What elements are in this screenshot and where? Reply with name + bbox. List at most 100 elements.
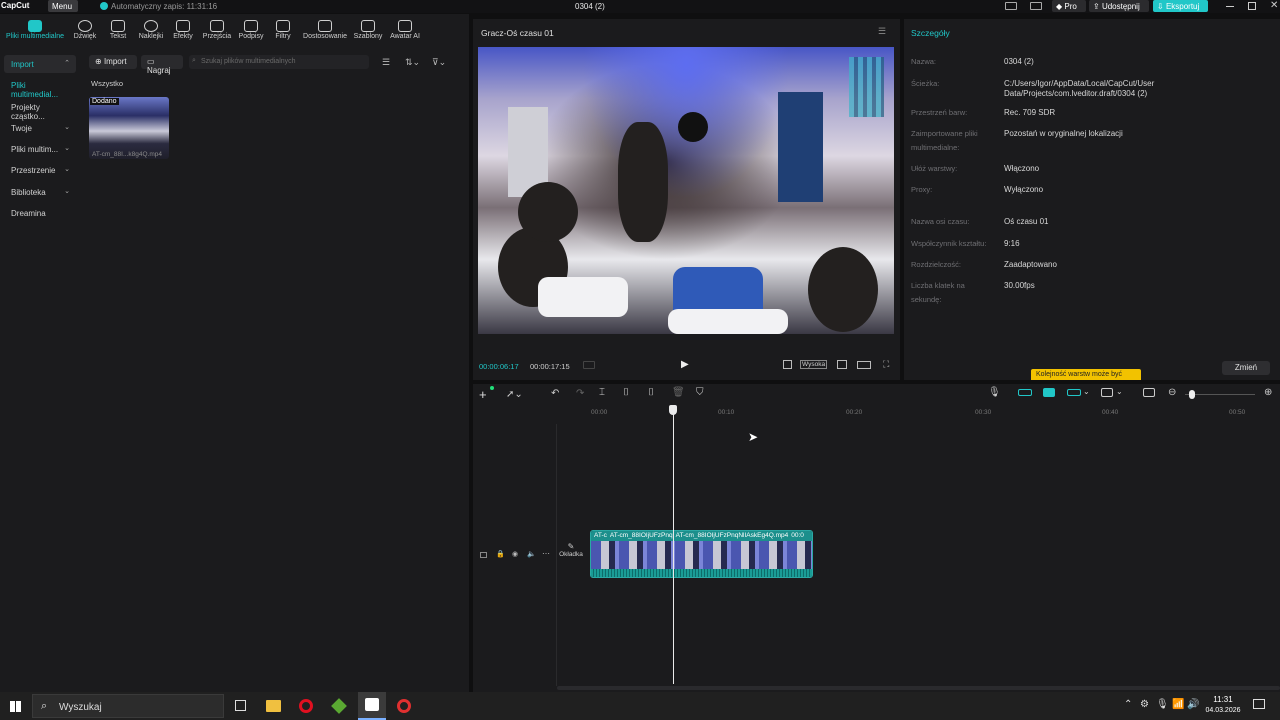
tool-transitions[interactable]: Przejścia bbox=[200, 20, 234, 40]
audio-waveform bbox=[591, 569, 812, 577]
crop-icon[interactable] bbox=[783, 360, 792, 369]
video-clip[interactable]: AT-c AT-cm_88IOIjUFzPnq AT-cm_88IOIjUFzPnq… bbox=[590, 530, 813, 578]
task-view-icon[interactable] bbox=[235, 700, 246, 711]
tool-audio[interactable]: Dźwięk bbox=[70, 20, 100, 40]
menu-button[interactable]: Menu bbox=[48, 0, 78, 12]
chevron-down-icon[interactable]: ⌄ bbox=[1116, 387, 1123, 396]
link-clips-icon[interactable] bbox=[1018, 389, 1032, 396]
tray-chevron-icon[interactable]: ⌃ bbox=[1124, 699, 1132, 710]
zoom-in-icon[interactable]: ⊕ bbox=[1264, 387, 1272, 398]
ruler-label: 00:20 bbox=[846, 409, 863, 416]
ratio-button[interactable] bbox=[857, 361, 871, 369]
sidebar-item-media[interactable]: Pliki multimedial... bbox=[4, 76, 76, 99]
ruler-label: 00:30 bbox=[975, 409, 992, 416]
tool-ai-avatar[interactable]: Awatar AI bbox=[388, 20, 422, 40]
microphone-icon[interactable]: 🎙 bbox=[988, 387, 1001, 398]
timeline-ruler[interactable] bbox=[557, 404, 1280, 418]
tool-filters[interactable]: Filtry bbox=[270, 20, 296, 40]
select-tool-icon[interactable]: ➚⌄ bbox=[506, 389, 523, 400]
volume-icon[interactable]: 🔊 bbox=[1187, 699, 1199, 710]
media-search-input[interactable]: ⌕ Szukaj plików multimedialnych bbox=[189, 55, 369, 69]
caption-icon[interactable] bbox=[1143, 388, 1155, 397]
video-preview[interactable] bbox=[478, 47, 894, 334]
more-icon[interactable]: ⋯ bbox=[542, 549, 550, 558]
lock-icon[interactable]: 🔒 bbox=[496, 550, 505, 558]
taskbar-search-input[interactable]: ⌕ Wyszukaj bbox=[32, 694, 224, 718]
minecraft-icon[interactable] bbox=[331, 698, 347, 714]
sidebar-item-dreamina[interactable]: Dreamina bbox=[4, 204, 76, 222]
sidebar-item-library[interactable]: Biblioteka ⌄ bbox=[4, 183, 76, 201]
undo-icon[interactable]: ↶ bbox=[551, 388, 559, 399]
capcut-taskbar-icon[interactable] bbox=[358, 692, 386, 720]
export-button[interactable]: ⇩ Eksportuj bbox=[1153, 0, 1208, 12]
tool-media[interactable]: Pliki multimedialne bbox=[3, 20, 67, 40]
track-thumbnail-icon[interactable] bbox=[480, 552, 487, 558]
fullscreen-icon[interactable]: ⛶ bbox=[883, 359, 889, 370]
tool-effects[interactable]: Efekty bbox=[170, 20, 196, 40]
maximize-icon[interactable] bbox=[1248, 2, 1256, 10]
clock-date[interactable]: 04.03.2026 bbox=[1203, 707, 1243, 714]
preview-axis-icon[interactable] bbox=[1101, 388, 1113, 397]
magnet-icon[interactable] bbox=[1043, 388, 1055, 397]
chrome-icon[interactable] bbox=[397, 699, 411, 713]
sidebar-item-import[interactable]: Import ⌃ bbox=[4, 55, 76, 73]
tray-app-icon[interactable]: ⚙ bbox=[1140, 699, 1149, 710]
zoom-slider[interactable] bbox=[1185, 394, 1255, 395]
quality-selector[interactable]: Wysoka bbox=[800, 360, 828, 369]
trim-left-icon[interactable]: ⌷ bbox=[623, 387, 629, 398]
sidebar-item-yours[interactable]: Twoje ⌄ bbox=[4, 119, 76, 137]
sidebar-item-spaces[interactable]: Przestrzenie ⌄ bbox=[4, 161, 76, 179]
import-button[interactable]: ⊕ Import bbox=[89, 55, 137, 69]
change-button[interactable]: Zmień bbox=[1222, 361, 1270, 375]
pro-button[interactable]: ◆ Pro bbox=[1052, 0, 1086, 12]
clock-time[interactable]: 11:31 bbox=[1211, 695, 1235, 704]
sidebar-item-label: Import bbox=[11, 60, 34, 69]
speaker-icon[interactable]: 🔈 bbox=[527, 550, 536, 558]
windows-start-icon[interactable] bbox=[10, 701, 21, 712]
player-menu-icon[interactable]: ☰ bbox=[878, 26, 886, 37]
fit-icon[interactable] bbox=[837, 360, 847, 369]
close-icon[interactable]: ✕ bbox=[1270, 0, 1278, 11]
sort-icon[interactable]: ☰ bbox=[382, 57, 390, 68]
layout-icon[interactable] bbox=[1005, 2, 1017, 10]
cover-button[interactable]: ✎ Okładka bbox=[557, 542, 585, 558]
tool-templates[interactable]: Szablony bbox=[352, 20, 384, 40]
play-button[interactable]: ▶ bbox=[681, 359, 689, 370]
notifications-icon[interactable] bbox=[1253, 699, 1265, 709]
tool-stickers[interactable]: Naklejki bbox=[135, 20, 167, 40]
record-button[interactable]: ▭ Nagraj bbox=[141, 55, 183, 75]
file-explorer-icon[interactable] bbox=[266, 700, 281, 712]
media-thumbnail[interactable]: Dodano bbox=[89, 97, 169, 159]
split-icon[interactable]: ⌶ bbox=[599, 387, 605, 398]
tool-captions[interactable]: Podpisy bbox=[236, 20, 266, 40]
share-button[interactable]: ⇪ Udostępnij bbox=[1089, 0, 1149, 12]
chevron-down-icon[interactable]: ⌄ bbox=[1083, 387, 1090, 396]
shortcuts-icon[interactable] bbox=[1030, 2, 1042, 10]
redo-icon[interactable]: ↷ bbox=[576, 388, 584, 399]
zoom-slider-handle[interactable] bbox=[1189, 390, 1195, 399]
snap-icon[interactable] bbox=[1067, 389, 1081, 396]
tool-adjust[interactable]: Dostosowanie bbox=[300, 20, 350, 40]
opera-icon[interactable] bbox=[299, 699, 313, 713]
add-track-icon[interactable]: + bbox=[479, 387, 487, 402]
tool-text[interactable]: Tekst bbox=[104, 20, 132, 40]
view-options-icon[interactable]: ⇅⌄ bbox=[405, 57, 420, 68]
delete-icon[interactable]: 🗑 bbox=[672, 387, 685, 398]
filter-all-label[interactable]: Wszystko bbox=[91, 79, 123, 88]
minimize-icon[interactable] bbox=[1226, 6, 1234, 7]
eye-icon[interactable]: ◉ bbox=[512, 550, 518, 558]
trim-right-icon[interactable]: ⌷ bbox=[648, 387, 654, 398]
zoom-out-icon[interactable]: ⊖ bbox=[1168, 387, 1176, 398]
pro-label: Pro bbox=[1064, 2, 1077, 11]
filter-icon[interactable]: ⊽⌄ bbox=[432, 57, 446, 68]
sidebar-item-media-files[interactable]: Pliki multim... ⌄ bbox=[4, 140, 76, 158]
timecode-toggle-icon[interactable] bbox=[583, 361, 595, 369]
horizontal-scrollbar[interactable] bbox=[557, 686, 1280, 690]
playhead[interactable] bbox=[673, 406, 674, 684]
playhead-handle[interactable] bbox=[669, 405, 677, 415]
network-icon[interactable]: 📶 bbox=[1172, 699, 1184, 710]
tray-mic-icon[interactable]: 🎙 bbox=[1156, 699, 1169, 710]
shield-icon[interactable]: ⛉ bbox=[696, 387, 704, 398]
captions-icon bbox=[244, 20, 258, 32]
sidebar-item-subprojects[interactable]: Projekty cząstko... bbox=[4, 98, 76, 121]
